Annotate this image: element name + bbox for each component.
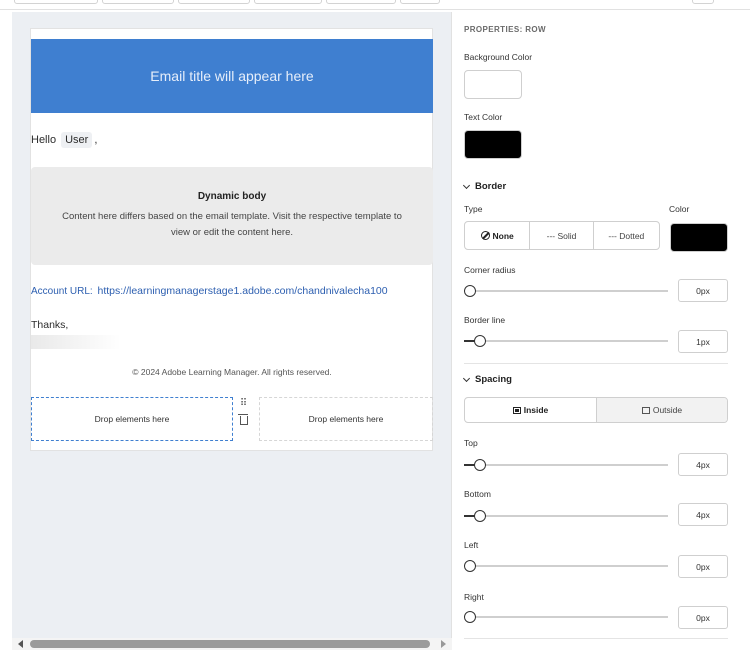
- border-line-slider[interactable]: [464, 335, 668, 347]
- copyright-text: © 2024 Adobe Learning Manager. All right…: [132, 367, 332, 377]
- email-template-editor: Email title will appear here Hello User …: [0, 0, 750, 650]
- slider-knob[interactable]: [473, 335, 486, 347]
- text-color-swatch[interactable]: [464, 130, 522, 159]
- email-title-banner[interactable]: Email title will appear here: [31, 39, 433, 113]
- top-tab[interactable]: [326, 0, 396, 4]
- greeting-suffix: ,: [94, 134, 98, 146]
- bottom-spacing-input[interactable]: 4px: [678, 503, 728, 526]
- top-tab[interactable]: [102, 0, 174, 4]
- left-spacing-label: Left: [464, 540, 479, 550]
- panel-title: PROPERTIES: ROW: [464, 25, 547, 34]
- slider-track: [464, 565, 668, 567]
- drop-zone-label: Drop elements here: [94, 414, 170, 424]
- spacing-section-header[interactable]: Spacing: [462, 374, 512, 385]
- spacing-mode-outside-label: Outside: [652, 405, 683, 415]
- border-section-header[interactable]: Border: [462, 181, 507, 192]
- top-spacing-slider[interactable]: [464, 459, 668, 471]
- email-title-text: Email title will appear here: [150, 68, 314, 84]
- slider-track: [464, 515, 668, 517]
- slider-knob[interactable]: [473, 459, 486, 471]
- border-color-swatch[interactable]: [670, 223, 728, 252]
- spacing-mode-selector: Inside Outside: [464, 397, 728, 423]
- border-line-input[interactable]: 1px: [678, 330, 728, 353]
- right-spacing-slider[interactable]: [464, 611, 668, 623]
- slider-knob[interactable]: [464, 560, 476, 572]
- outside-spacing-icon: [641, 406, 650, 414]
- spacing-mode-inside-label: Inside: [523, 405, 549, 415]
- border-line-label: Border line: [464, 315, 506, 325]
- left-spacing-input[interactable]: 0px: [678, 555, 728, 578]
- top-spacing-label: Top: [464, 438, 478, 448]
- bottom-spacing-label: Bottom: [464, 489, 491, 499]
- dynamic-body-title: Dynamic body: [197, 191, 267, 202]
- inside-spacing-icon: [512, 406, 521, 414]
- text-color-label: Text Color: [464, 112, 503, 122]
- user-placeholder-chip[interactable]: User: [61, 132, 93, 148]
- border-type-solid-label: --- Solid: [546, 230, 577, 241]
- top-tab[interactable]: [14, 0, 98, 4]
- scroll-left-arrow-icon[interactable]: [18, 640, 23, 648]
- slider-track: [464, 340, 668, 342]
- drag-handle-icon[interactable]: ⠿: [240, 399, 247, 409]
- top-spacing-input[interactable]: 4px: [678, 453, 728, 476]
- border-type-solid[interactable]: --- Solid: [529, 222, 592, 249]
- slider-track: [464, 616, 668, 618]
- border-type-dotted[interactable]: --- Dotted: [592, 222, 659, 249]
- greeting-line[interactable]: Hello User ,: [31, 132, 97, 148]
- border-section-title: Border: [475, 181, 507, 192]
- thanks-text: Thanks,: [31, 319, 69, 331]
- chevron-down-icon: [462, 181, 471, 189]
- properties-panel: PROPERTIES: ROW Background Color Text Co…: [453, 12, 750, 650]
- background-color-label: Background Color: [464, 52, 533, 62]
- dynamic-body-description: Content here differs based on the email …: [62, 211, 402, 238]
- corner-radius-input[interactable]: 0px: [678, 279, 728, 302]
- slider-knob[interactable]: [473, 510, 486, 522]
- no-border-icon: [480, 231, 490, 240]
- border-type-label: Type: [464, 204, 483, 214]
- top-tab[interactable]: [178, 0, 250, 4]
- border-type-selector: None --- Solid --- Dotted: [464, 221, 660, 250]
- corner-radius-label: Corner radius: [464, 265, 516, 275]
- spacing-mode-inside[interactable]: Inside: [465, 398, 596, 422]
- border-type-none-label: None: [492, 230, 514, 241]
- scroll-right-arrow-icon[interactable]: [441, 640, 446, 648]
- top-tab-strip: [0, 0, 750, 10]
- drop-zone-right[interactable]: Drop elements here: [259, 397, 433, 441]
- section-divider: [464, 363, 728, 364]
- editor-canvas: Email title will appear here Hello User …: [12, 12, 452, 638]
- background-color-swatch[interactable]: [464, 70, 522, 99]
- left-spacing-slider[interactable]: [464, 560, 668, 572]
- slider-track: [464, 290, 668, 292]
- drop-zone-left[interactable]: Drop elements here: [31, 397, 233, 441]
- dynamic-body-block[interactable]: Dynamic body Content here differs based …: [31, 167, 433, 265]
- signature-placeholder: [31, 335, 121, 349]
- slider-track: [464, 464, 668, 466]
- spacing-section-title: Spacing: [475, 374, 512, 385]
- bottom-spacing-slider[interactable]: [464, 510, 668, 522]
- right-spacing-label: Right: [464, 592, 484, 602]
- account-url-link[interactable]: https://learningmanagerstage1.adobe.com/…: [97, 285, 387, 297]
- right-spacing-input[interactable]: 0px: [678, 606, 728, 629]
- trash-icon[interactable]: [238, 413, 248, 425]
- chevron-down-icon: [462, 374, 471, 382]
- scrollbar-thumb[interactable]: [30, 640, 430, 648]
- slider-knob[interactable]: [464, 611, 476, 623]
- border-type-none[interactable]: None: [465, 222, 529, 249]
- border-color-label: Color: [669, 204, 690, 214]
- horizontal-scrollbar[interactable]: [12, 638, 452, 650]
- top-tab[interactable]: [254, 0, 322, 4]
- account-url-line: Account URL: https://learningmanagerstag…: [31, 285, 388, 297]
- row-tools: ⠿: [235, 399, 251, 425]
- spacing-mode-outside[interactable]: Outside: [596, 398, 727, 422]
- top-tab[interactable]: [400, 0, 440, 4]
- email-preview: Email title will appear here Hello User …: [30, 28, 433, 451]
- section-divider: [464, 638, 728, 639]
- account-url-label: Account URL:: [31, 286, 93, 297]
- slider-knob[interactable]: [464, 285, 476, 297]
- drop-zone-label: Drop elements here: [308, 414, 384, 424]
- corner-radius-slider[interactable]: [464, 285, 668, 297]
- greeting-text: Hello: [31, 134, 57, 146]
- top-tab[interactable]: [692, 0, 714, 4]
- border-type-dotted-label: --- Dotted: [608, 230, 645, 241]
